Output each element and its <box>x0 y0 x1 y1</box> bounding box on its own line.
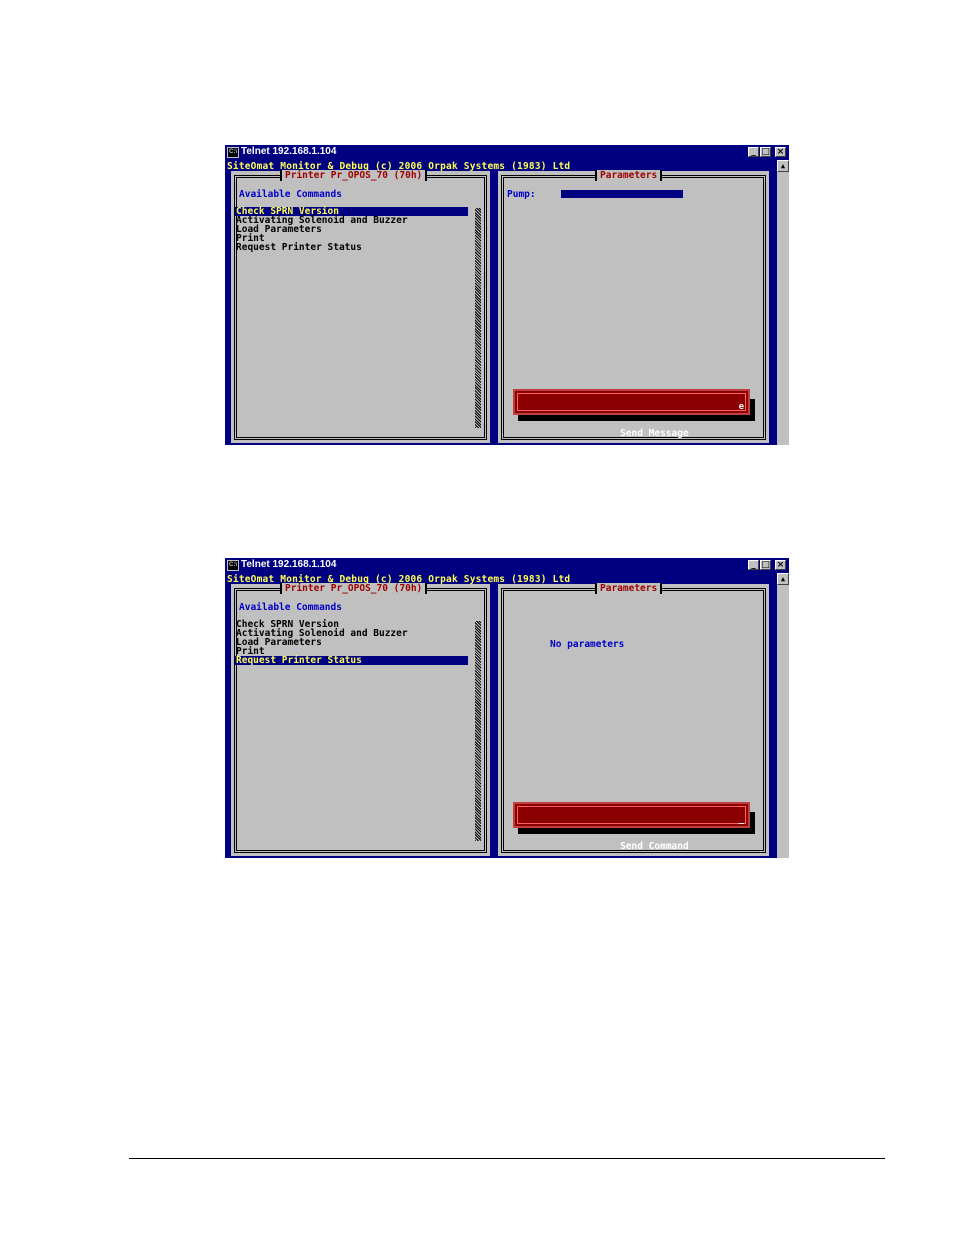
footer-divider <box>129 1158 885 1159</box>
window-vertical-scrollbar[interactable]: ▲ <box>777 160 789 445</box>
window-vertical-scrollbar[interactable]: ▲ <box>777 573 789 858</box>
window-title: Telnet 192.168.1.104 <box>241 559 337 570</box>
text-cursor: e <box>738 402 744 412</box>
commands-panel-title: Printer Pr_OPOS_70 (70h) <box>280 583 428 594</box>
parameters-panel: Parameters No parameters Send Command _ <box>498 583 769 856</box>
command-item-request-printer-status[interactable]: Request Printer Status <box>235 243 468 253</box>
send-command-label: Send Command <box>620 841 689 852</box>
parameters-panel-title: Parameters <box>595 170 663 181</box>
console-area: SiteOmat Monitor & Debug (c) 2006 Orpak … <box>225 160 777 445</box>
command-item-load-parameters[interactable]: Load Parameters <box>235 638 468 648</box>
title-bar: C:\ Telnet 192.168.1.104 _ □ × <box>225 145 789 160</box>
window-title: Telnet 192.168.1.104 <box>241 146 337 157</box>
console-app-icon: C:\ <box>227 560 239 571</box>
commands-scrollbar[interactable] <box>475 208 481 428</box>
parameters-panel: Parameters Pump: Send Message e <box>498 170 769 443</box>
send-message-label: Send Message <box>620 428 689 439</box>
pump-input[interactable] <box>561 190 683 198</box>
telnet-window-2: C:\ Telnet 192.168.1.104 _ □ × SiteOmat … <box>225 558 789 858</box>
commands-panel: Printer Pr_OPOS_70 (70h) Available Comma… <box>231 583 490 856</box>
maximize-button[interactable]: □ <box>760 147 771 157</box>
button-inner-border <box>517 806 746 824</box>
scroll-up-arrow-icon[interactable]: ▲ <box>777 160 789 172</box>
telnet-window-1: C:\ Telnet 192.168.1.104 _ □ × SiteOmat … <box>225 145 789 445</box>
no-parameters-text: No parameters <box>550 639 625 650</box>
console-app-icon: C:\ <box>227 147 239 158</box>
send-message-button[interactable]: Send Message e <box>513 389 750 439</box>
minimize-button[interactable]: _ <box>748 560 759 570</box>
text-cursor: _ <box>738 815 744 825</box>
console-area: SiteOmat Monitor & Debug (c) 2006 Orpak … <box>225 573 777 858</box>
available-commands-label: Available Commands <box>239 602 342 613</box>
commands-panel-title: Printer Pr_OPOS_70 (70h) <box>280 170 428 181</box>
close-button[interactable]: × <box>775 147 786 157</box>
available-commands-label: Available Commands <box>239 189 342 200</box>
pump-label: Pump: <box>507 189 536 200</box>
send-command-button[interactable]: Send Command _ <box>513 802 750 852</box>
commands-panel: Printer Pr_OPOS_70 (70h) Available Comma… <box>231 170 490 443</box>
scroll-up-arrow-icon[interactable]: ▲ <box>777 573 789 585</box>
command-item-load-parameters[interactable]: Load Parameters <box>235 225 468 235</box>
maximize-button[interactable]: □ <box>760 560 771 570</box>
minimize-button[interactable]: _ <box>748 147 759 157</box>
command-item-request-printer-status[interactable]: Request Printer Status <box>235 656 468 665</box>
parameters-panel-title: Parameters <box>595 583 663 594</box>
commands-scrollbar[interactable] <box>475 621 481 841</box>
close-button[interactable]: × <box>775 560 786 570</box>
button-inner-border <box>517 393 746 411</box>
title-bar: C:\ Telnet 192.168.1.104 _ □ × <box>225 558 789 573</box>
